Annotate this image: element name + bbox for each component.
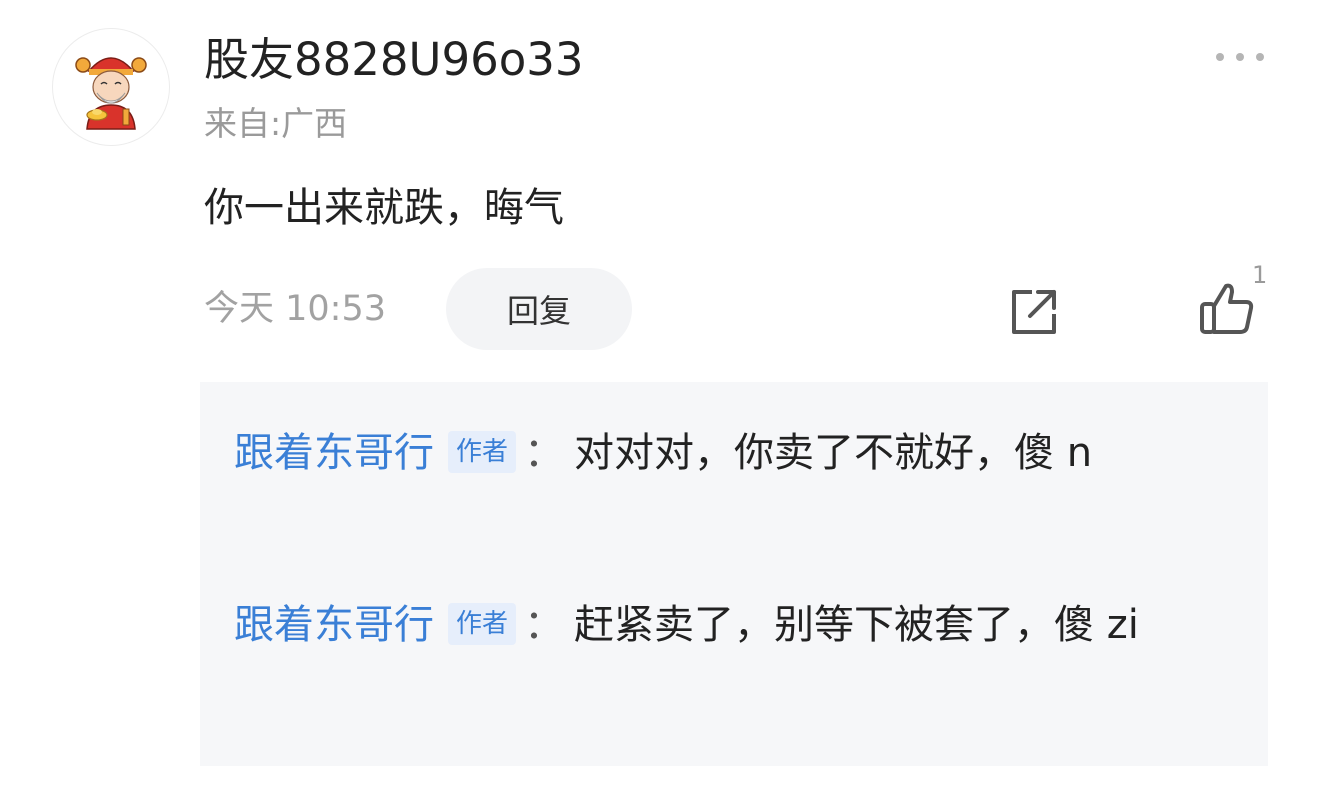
replies-section: 跟着东哥行 作者：对对对，你卖了不就好，傻 n 跟着东哥行 作者：赶紧卖了，别等下被… [200,382,1268,766]
username[interactable]: 股友8828U96o33 [204,30,584,90]
author-badge: 作者 [448,603,517,645]
reply-item[interactable]: 跟着东哥行 作者：赶紧卖了，别等下被套了，傻 zi [234,582,1234,668]
reply-item[interactable]: 跟着东哥行 作者：对对对，你卖了不就好，傻 n [234,410,1234,496]
reply-author-link[interactable]: 跟着东哥行 [234,430,434,476]
reply-text: 赶紧卖了，别等下被套了，傻 zi [574,602,1139,648]
share-icon[interactable] [1006,284,1062,340]
reply-button[interactable]: 回复 [446,268,632,350]
location-label: 来自:广西 [204,104,348,143]
thumbs-up-icon[interactable] [1196,280,1256,336]
author-badge: 作者 [448,431,517,473]
comment-text: 你一出来就跌，晦气 [204,185,564,231]
avatar[interactable] [52,28,170,146]
caishen-avatar-icon [75,57,147,130]
reply-text: 对对对，你卖了不就好，傻 n [574,430,1093,476]
more-dots-icon[interactable] [1210,44,1270,70]
reply-separator: ： [524,430,565,476]
reply-separator: ： [524,602,565,648]
reply-author-link[interactable]: 跟着东哥行 [234,602,434,648]
comment-timestamp: 今天 10:53 [204,289,386,329]
like-count: 1 [1252,261,1268,289]
